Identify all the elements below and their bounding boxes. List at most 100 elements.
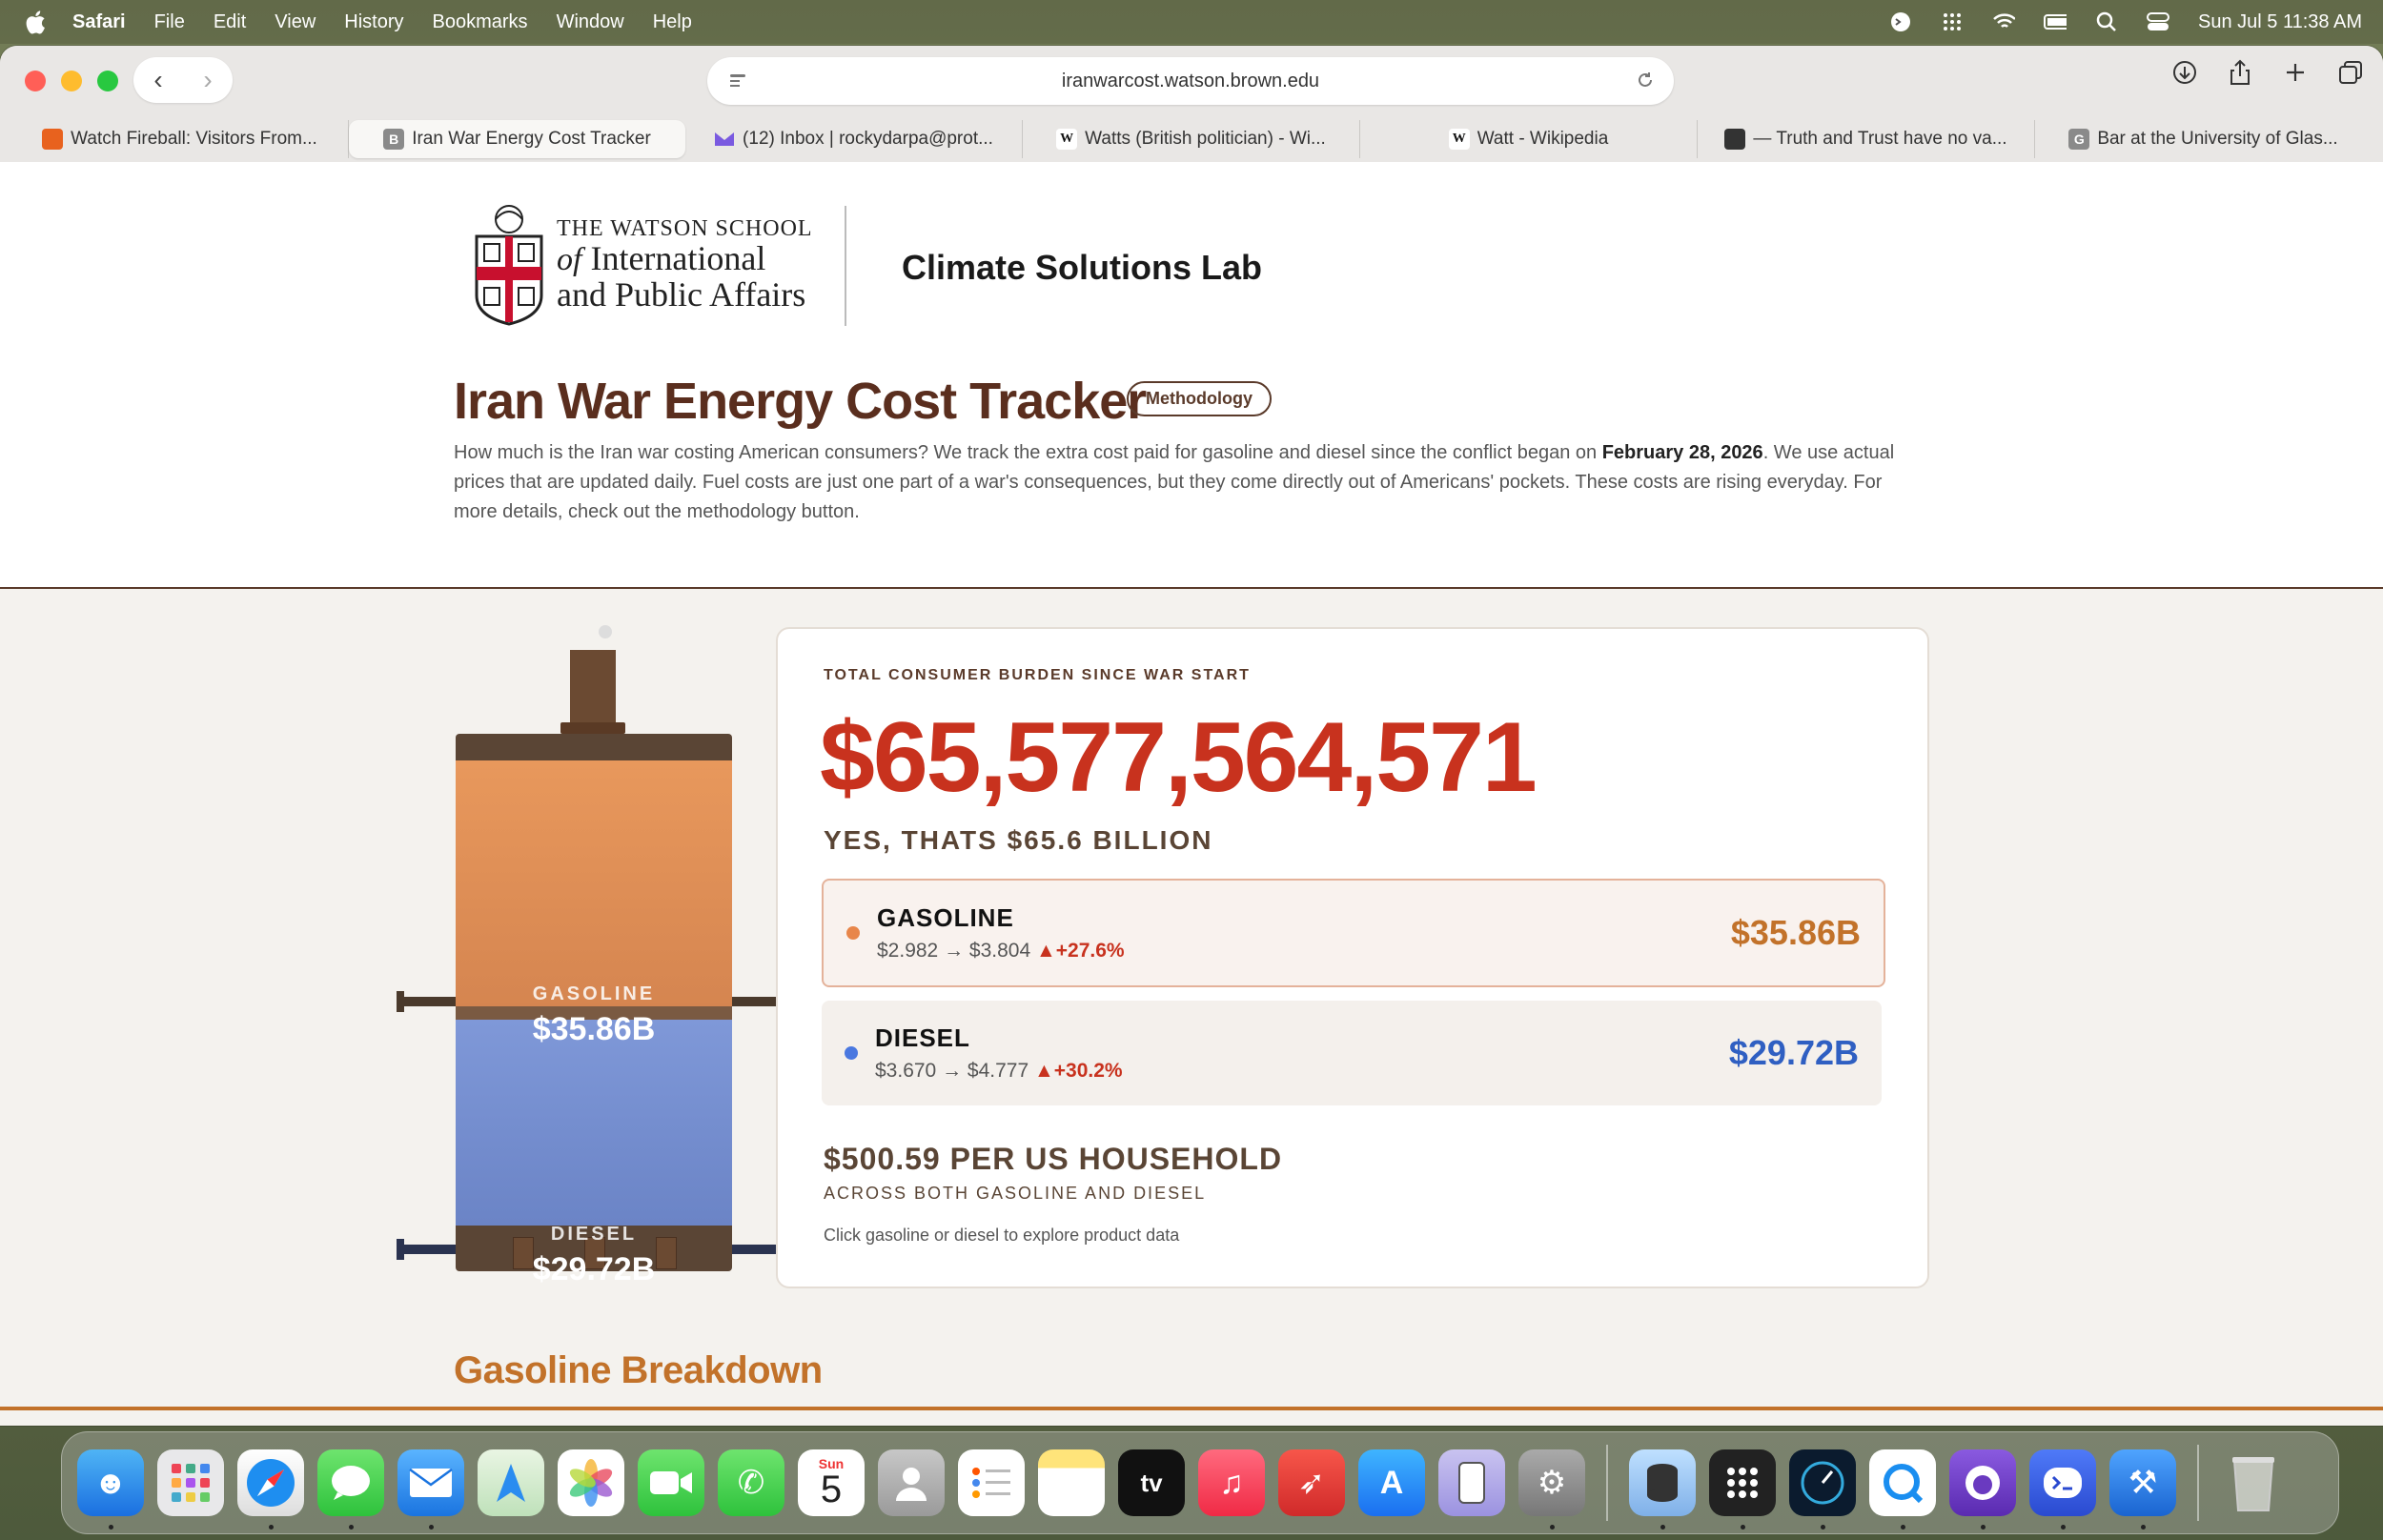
gasoline-tank-section[interactable] [456, 760, 732, 1008]
running-indicator [269, 1525, 274, 1530]
safari-window: ‹ › iranwarcost.watson.brown.edu Watch F… [0, 46, 2383, 1426]
menu-help[interactable]: Help [653, 11, 692, 33]
reminders-icon[interactable] [958, 1449, 1025, 1516]
gasoline-row[interactable]: GASOLINE $2.982 → $3.804 ▲+27.6% $35.86B [822, 879, 1885, 987]
minimize-window-button[interactable] [61, 71, 82, 91]
reload-icon[interactable] [1634, 69, 1657, 91]
menu-history[interactable]: History [344, 11, 403, 33]
menu-bookmarks[interactable]: Bookmarks [433, 11, 528, 33]
tank-gasoline-label: GASOLINE $35.86B [456, 983, 732, 1048]
tab-iran-war-tracker[interactable]: B Iran War Energy Cost Tracker [349, 120, 685, 158]
page-title: Iran War Energy Cost Tracker [454, 373, 1147, 430]
fuel-tank-illustration: GASOLINE $35.86B DIESEL $29.72B [397, 612, 797, 1287]
tab-watts-wikipedia[interactable]: W Watts (British politician) - Wi... [1023, 120, 1360, 158]
back-button[interactable]: ‹ [153, 65, 162, 95]
wifi-icon[interactable] [1992, 12, 2016, 31]
menu-edit[interactable]: Edit [214, 11, 246, 33]
terminal-status-icon[interactable] [1889, 12, 1912, 31]
menubar-datetime[interactable]: Sun Jul 5 11:38 AM [2198, 11, 2362, 33]
toolbar-actions [2171, 59, 2364, 86]
apple-tv-icon[interactable]: tv [1118, 1449, 1185, 1516]
tab-watt-wikipedia[interactable]: W Watt - Wikipedia [1360, 120, 1698, 158]
launchpad-icon[interactable] [157, 1449, 224, 1516]
tank-chimney-cap [560, 722, 625, 734]
gasoline-row-value: $35.86B [1730, 913, 1861, 952]
system-settings-icon[interactable]: ⚙ [1518, 1449, 1585, 1530]
cube-favicon-icon [1724, 129, 1746, 150]
notes-icon[interactable] [1038, 1449, 1105, 1516]
steam-puff [599, 625, 612, 638]
menu-view[interactable]: View [275, 11, 316, 33]
maps-icon[interactable] [478, 1449, 544, 1516]
grid-status-icon[interactable] [1941, 12, 1964, 31]
methodology-button[interactable]: Methodology [1127, 381, 1272, 416]
tab-label: Iran War Energy Cost Tracker [412, 129, 651, 149]
tank-diesel-name: DIESEL [550, 1224, 638, 1245]
diesel-row-name: DIESEL [875, 1023, 970, 1052]
diesel-change: ▲+30.2% [1033, 1060, 1123, 1082]
calendar-icon[interactable]: Sun 5 [798, 1449, 865, 1516]
menu-file[interactable]: File [154, 11, 185, 33]
dots-grid-app-icon[interactable] [1709, 1449, 1776, 1530]
menu-app-name[interactable]: Safari [72, 11, 126, 33]
running-indicator [1550, 1525, 1555, 1530]
apple-icon[interactable] [25, 0, 63, 44]
diesel-row[interactable]: DIESEL $3.670 → $4.777 ▲+30.2% $29.72B [822, 1001, 1882, 1105]
photos-icon[interactable] [558, 1449, 624, 1516]
trash-icon[interactable] [2220, 1449, 2287, 1516]
forward-button[interactable]: › [203, 65, 212, 95]
intro-part-1: How much is the Iran war costing America… [454, 442, 1602, 463]
speedometer-app-icon[interactable] [1789, 1449, 1856, 1530]
facetime-icon[interactable] [638, 1449, 704, 1516]
section-divider [0, 1407, 2383, 1410]
menu-window[interactable]: Window [557, 11, 624, 33]
mail-icon[interactable] [397, 1449, 464, 1530]
watson-school-logo[interactable]: THE WATSON SCHOOL of International and P… [473, 204, 813, 326]
tab-proton-inbox[interactable]: (12) Inbox | rockydarpa@prot... [685, 120, 1023, 158]
intro-text: How much is the Iran war costing America… [454, 438, 1903, 527]
menu-bar: Safari File Edit View History Bookmarks … [0, 0, 2383, 44]
close-window-button[interactable] [25, 71, 46, 91]
gasoline-dot-icon [846, 926, 860, 940]
lab-name[interactable]: Climate Solutions Lab [902, 248, 1262, 288]
iphone-mirroring-icon[interactable] [1438, 1449, 1505, 1516]
tab-label: Watch Fireball: Visitors From... [71, 129, 317, 149]
downloads-icon[interactable] [2171, 59, 2198, 86]
tab-truth-and-trust[interactable]: — Truth and Trust have no va... [1698, 120, 2035, 158]
diesel-tank-section[interactable] [456, 1020, 732, 1226]
database-app-icon[interactable] [1629, 1449, 1696, 1530]
share-icon[interactable] [2227, 59, 2253, 86]
control-center-icon[interactable] [2147, 12, 2170, 31]
music-icon[interactable]: ♫ [1198, 1449, 1265, 1516]
window-controls [25, 71, 118, 91]
battery-icon[interactable] [2044, 12, 2067, 31]
running-indicator [429, 1525, 434, 1530]
total-burden-value: $65,577,564,571 [820, 702, 1538, 813]
spotlight-search-icon[interactable] [2095, 11, 2118, 31]
history-nav: ‹ › [133, 57, 233, 103]
finder-icon[interactable]: ☻ [77, 1449, 144, 1530]
g-favicon-icon: G [2068, 129, 2090, 150]
phone-icon[interactable]: ✆ [718, 1449, 784, 1516]
github-desktop-icon[interactable] [1949, 1449, 2016, 1530]
terminal-app-icon[interactable] [2029, 1449, 2096, 1530]
zoom-window-button[interactable] [97, 71, 118, 91]
tab-bar-glasgow[interactable]: G Bar at the University of Glas... [2035, 120, 2372, 158]
wikipedia-favicon-icon: W [1056, 129, 1078, 150]
new-tab-icon[interactable] [2282, 59, 2309, 86]
tab-overview-icon[interactable] [2337, 59, 2364, 86]
running-indicator [1660, 1525, 1665, 1530]
page-menu-icon[interactable] [726, 70, 749, 92]
app-store-icon[interactable]: A [1358, 1449, 1425, 1516]
running-indicator [2061, 1525, 2066, 1530]
contacts-icon[interactable] [878, 1449, 945, 1516]
rocket-typist-icon[interactable]: ➶ [1278, 1449, 1345, 1516]
logo-line-1: THE WATSON SCHOOL [557, 215, 813, 241]
messages-icon[interactable] [317, 1449, 384, 1530]
safari-icon[interactable] [237, 1449, 304, 1530]
gasoline-row-name: GASOLINE [877, 903, 1014, 932]
address-bar[interactable]: iranwarcost.watson.brown.edu [707, 57, 1674, 105]
qfinder-icon[interactable] [1869, 1449, 1936, 1530]
tab-fireball[interactable]: Watch Fireball: Visitors From... [11, 120, 349, 158]
xcode-icon[interactable]: ⚒ [2109, 1449, 2176, 1530]
